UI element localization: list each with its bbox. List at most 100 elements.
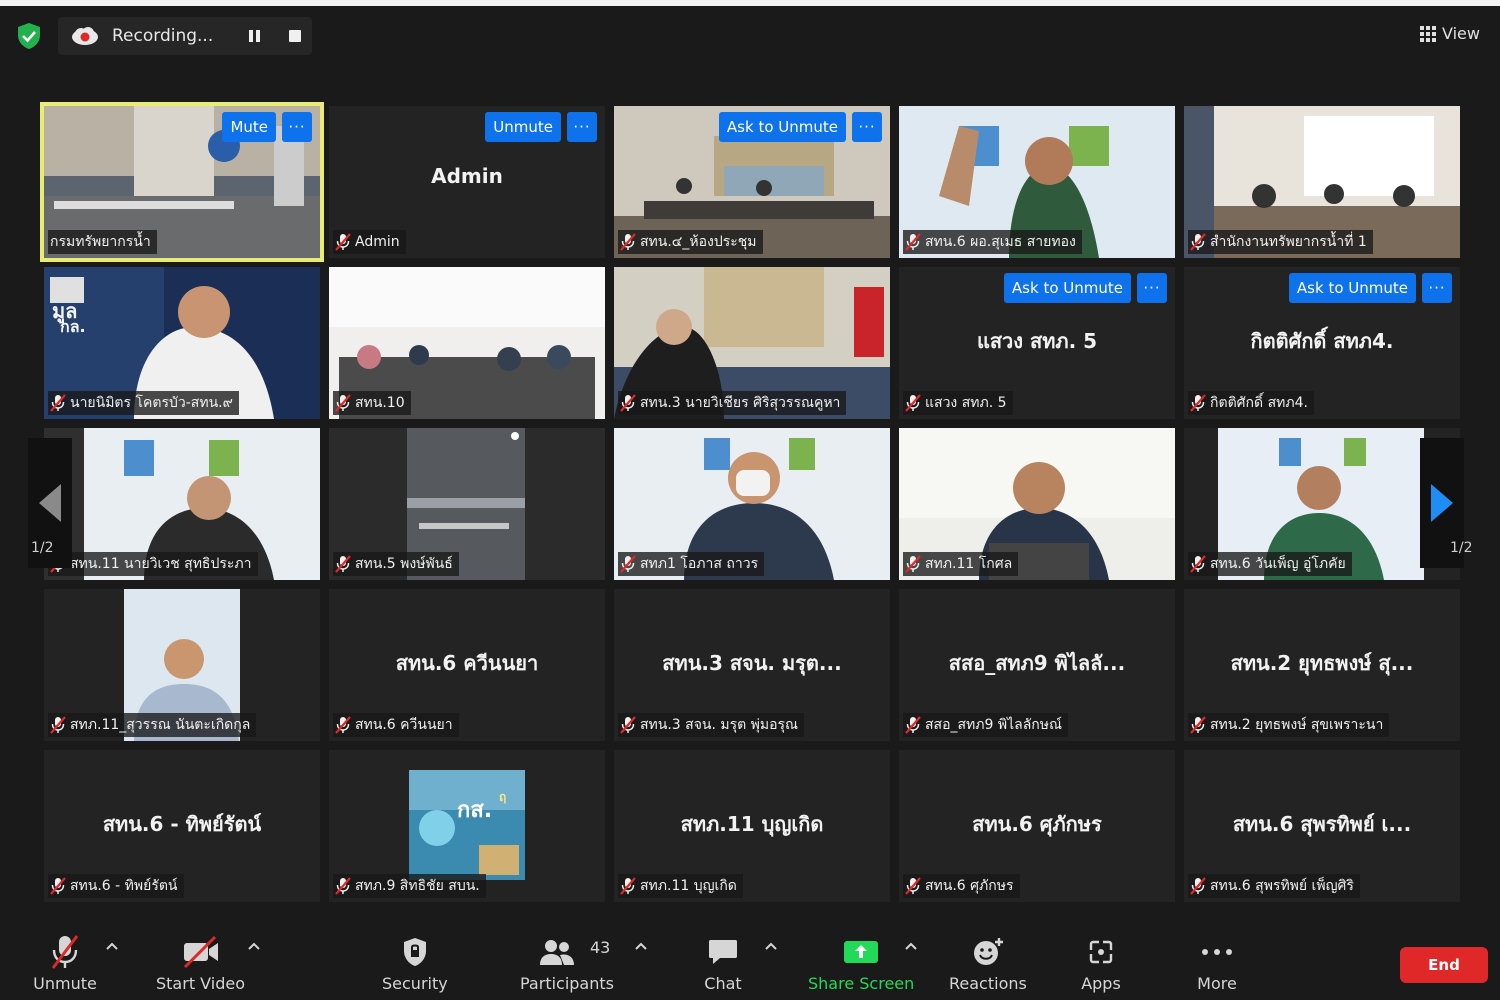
more-label: More bbox=[1197, 974, 1237, 993]
participant-name-label: สทภ.11_สุวรรณ นันตะเกิดกุล bbox=[48, 713, 257, 737]
participant-display-name: สทน.2 ยุทธพงษ์ สุ... bbox=[1230, 651, 1414, 675]
chat-options-chevron-icon[interactable] bbox=[765, 942, 777, 950]
participant-tile[interactable]: สทน.10 bbox=[329, 267, 605, 419]
participant-tile[interactable]: สทน.6 ศุภักษร สทน.6 ศุภักษร bbox=[899, 750, 1175, 902]
more-dots-icon bbox=[1202, 949, 1232, 955]
tile-more-button[interactable]: ··· bbox=[1422, 273, 1452, 303]
participant-tile[interactable]: สทน.3 สจน. มรุต... สทน.3 สจน. มรุต พุ่มอร… bbox=[614, 589, 890, 741]
participant-tile[interactable]: สสอ_สทภ9 พิไลลั... สสอ_สทภ9 พิไลลักษณ์ bbox=[899, 589, 1175, 741]
participant-name-label: นายนิมิตร โคตรบัว-สทน.๙ bbox=[48, 391, 239, 415]
view-button[interactable]: View bbox=[1420, 24, 1480, 43]
muted-microphone-icon bbox=[335, 716, 351, 734]
start-video-label: Start Video bbox=[156, 974, 245, 993]
muted-microphone-icon bbox=[50, 877, 66, 895]
participant-tile[interactable]: กส. ฤสทภ.9 สิทธิชัย สบน. bbox=[329, 750, 605, 902]
participant-tile[interactable]: สทน.6 สุพรทิพย์ เ... สทน.6 สุพรทิพย์ เพ็ญ… bbox=[1184, 750, 1460, 902]
video-overlay-text: กส. bbox=[457, 798, 493, 823]
participant-tile[interactable]: Admin Unmute ··· Admin bbox=[329, 106, 605, 258]
participant-tile[interactable]: สทน.11 นายวิเวช สุทธิประภา bbox=[44, 428, 320, 580]
microphone-off-icon bbox=[51, 935, 79, 969]
participant-tile[interactable]: สทน.2 ยุทธพงษ์ สุ... สทน.2 ยุทธพงษ์ สุขเพ… bbox=[1184, 589, 1460, 741]
participant-tile[interactable]: สทน.5 พงษ์พันธ์ bbox=[329, 428, 605, 580]
chat-button[interactable]: Chat bbox=[703, 932, 743, 993]
participant-name: สทน.10 bbox=[355, 395, 405, 411]
end-meeting-button[interactable]: End bbox=[1400, 947, 1488, 983]
share-screen-icon bbox=[844, 941, 879, 963]
participant-name: สทน.6 ศุภักษร bbox=[925, 878, 1014, 894]
video-off-icon bbox=[183, 935, 218, 969]
participants-icon bbox=[539, 940, 574, 965]
ask-to-unmute-button[interactable]: Ask to Unmute bbox=[718, 112, 846, 142]
participant-tile[interactable]: แสวง สทภ. 5 Ask to Unmute ··· แสวง สทภ. 5 bbox=[899, 267, 1175, 419]
unmute-label: Unmute bbox=[33, 974, 97, 993]
stop-recording-icon[interactable] bbox=[289, 30, 301, 42]
participant-tile[interactable]: สทภ.11_สุวรรณ นันตะเกิดกุล bbox=[44, 589, 320, 741]
tile-more-button[interactable]: ··· bbox=[282, 112, 312, 142]
apps-label: Apps bbox=[1081, 974, 1121, 993]
share-options-chevron-icon[interactable] bbox=[905, 942, 917, 950]
ask-to-unmute-button[interactable]: Ask to Unmute bbox=[1003, 273, 1131, 303]
participant-tile[interactable]: สทน.6 ผอ.สุเมธ สายทอง bbox=[899, 106, 1175, 258]
more-button[interactable]: More bbox=[1196, 932, 1238, 993]
participant-name-label: สทน.11 นายวิเวช สุทธิประภา bbox=[48, 552, 258, 576]
meeting-toolbar: Unmute Start Video Security 43 Participa… bbox=[0, 920, 1500, 1000]
participant-name-label: สสอ_สทภ9 พิไลลักษณ์ bbox=[903, 713, 1068, 737]
participant-tile[interactable]: สทน.6 วันเพ็ญ อู่โภคัย bbox=[1184, 428, 1460, 580]
chat-icon bbox=[709, 940, 737, 964]
reactions-label: Reactions bbox=[949, 974, 1027, 993]
muted-microphone-icon bbox=[335, 233, 351, 251]
participant-name-label: สทน.5 พงษ์พันธ์ bbox=[333, 552, 459, 576]
participants-options-chevron-icon[interactable] bbox=[635, 942, 647, 950]
video-options-chevron-icon[interactable] bbox=[248, 942, 260, 950]
participant-tile[interactable]: สทภ.11 บุญเกิด สทภ.11 บุญเกิด bbox=[614, 750, 890, 902]
muted-microphone-icon bbox=[1190, 877, 1206, 895]
participant-display-name: สทน.6 ศุภักษร bbox=[972, 812, 1102, 836]
participant-tile[interactable]: มูล กล. นายนิมิตร โคตรบัว-สทน.๙ bbox=[44, 267, 320, 419]
muted-microphone-icon bbox=[50, 394, 66, 412]
participant-tile[interactable]: สทภ.11 โกศล bbox=[899, 428, 1175, 580]
participant-tile[interactable]: Mute ··· กรมทรัพยากรน้ำ bbox=[40, 102, 324, 262]
start-video-button[interactable]: Start Video bbox=[156, 932, 245, 993]
ask-to-unmute-button[interactable]: Ask to Unmute bbox=[1288, 273, 1416, 303]
participant-name-label: กรมทรัพยากรน้ำ bbox=[48, 230, 157, 254]
participant-name-label: Admin bbox=[333, 230, 406, 254]
pause-recording-icon[interactable] bbox=[248, 29, 262, 43]
share-screen-button[interactable]: Share Screen bbox=[808, 932, 914, 993]
tile-more-button[interactable]: ··· bbox=[1137, 273, 1167, 303]
muted-microphone-icon bbox=[335, 877, 351, 895]
participant-name-label: สทภ.11 บุญเกิด bbox=[618, 874, 743, 898]
participant-name-label: สทภ.9 สิทธิชัย สบน. bbox=[333, 874, 486, 898]
audio-options-chevron-icon[interactable] bbox=[106, 942, 118, 950]
tile-more-button[interactable]: ··· bbox=[852, 112, 882, 142]
reactions-button[interactable]: Reactions bbox=[949, 932, 1027, 993]
participant-tile[interactable]: Ask to Unmute ··· สทน.๔_ห้องประชุม bbox=[614, 106, 890, 258]
participant-display-name: สทภ.11 บุญเกิด bbox=[680, 812, 824, 836]
encryption-shield-icon[interactable] bbox=[16, 22, 42, 50]
tile-actions: Unmute ··· bbox=[485, 112, 597, 142]
apps-button[interactable]: Apps bbox=[1080, 932, 1122, 993]
muted-microphone-icon bbox=[50, 716, 66, 734]
recording-indicator[interactable]: Recording... bbox=[58, 17, 312, 55]
participant-name-label: สทน.2 ยุทธพงษ์ สุขเพราะนา bbox=[1188, 713, 1390, 737]
participant-name: สทน.11 นายวิเวช สุทธิประภา bbox=[70, 556, 252, 572]
unmute-button[interactable]: Unmute bbox=[32, 932, 98, 993]
participant-tile[interactable]: สำนักงานทรัพยากรน้ำที่ 1 bbox=[1184, 106, 1460, 258]
participant-tile[interactable]: กิตติศักดิ์ สทภ4. Ask to Unmute ··· กิตติศั… bbox=[1184, 267, 1460, 419]
participant-tile[interactable]: สทภ1 โอภาส ถาวร bbox=[614, 428, 890, 580]
participant-name: สทน.6 - ทิพย์รัตน์ bbox=[70, 878, 178, 894]
top-edge bbox=[0, 0, 1500, 6]
participants-button[interactable]: 43 Participants bbox=[520, 932, 614, 993]
participant-name: สทน.๔_ห้องประชุม bbox=[640, 234, 757, 250]
participant-tile[interactable]: สทน.3 นายวิเชียร ศิริสุวรรณคูหา bbox=[614, 267, 890, 419]
participant-tile[interactable]: สทน.6 ควีนนยา สทน.6 ควีนนยา bbox=[329, 589, 605, 741]
security-button[interactable]: Security bbox=[382, 932, 448, 993]
participant-tile[interactable]: สทน.6 - ทิพย์รัตน์ สทน.6 - ทิพย์รัตน์ bbox=[44, 750, 320, 902]
unmute-participant-button[interactable]: Unmute bbox=[485, 112, 561, 142]
mute-participant-button[interactable]: Mute bbox=[222, 112, 276, 142]
participant-name-label: สทน.10 bbox=[333, 391, 411, 415]
muted-microphone-icon bbox=[1190, 394, 1206, 412]
muted-microphone-icon bbox=[905, 555, 921, 573]
tile-more-button[interactable]: ··· bbox=[567, 112, 597, 142]
recording-label: Recording... bbox=[112, 26, 214, 46]
muted-microphone-icon bbox=[905, 877, 921, 895]
